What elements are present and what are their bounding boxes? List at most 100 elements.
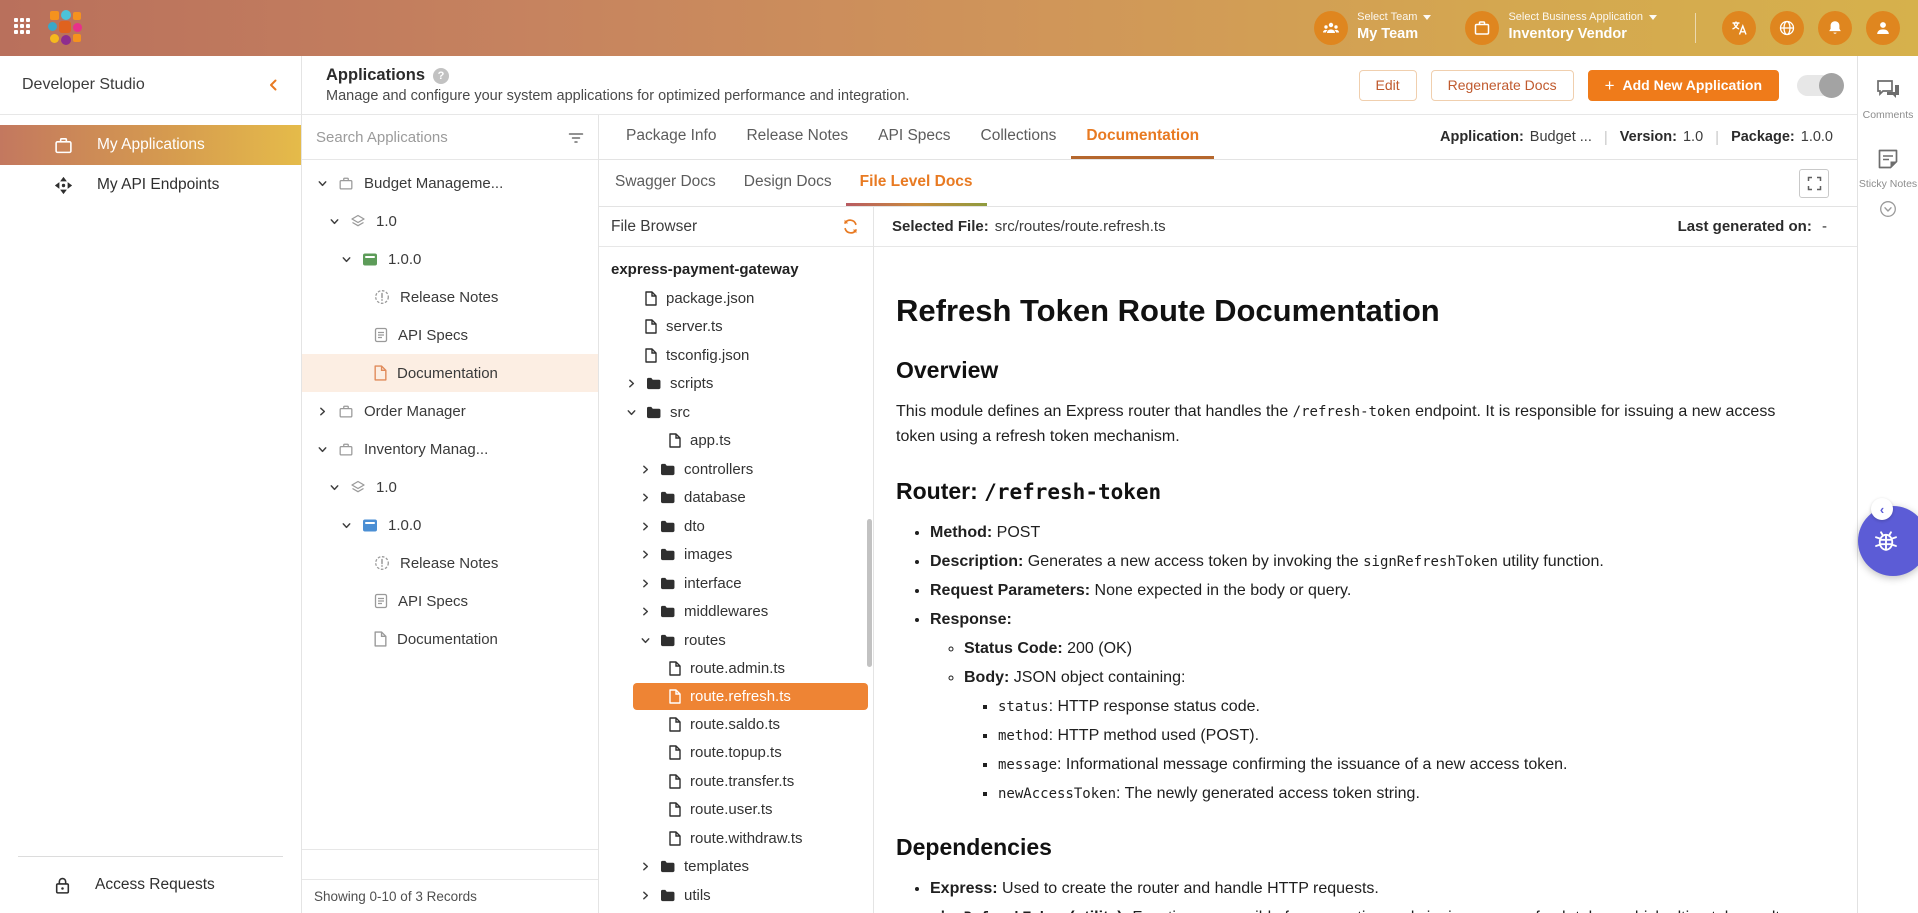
app-tree-item[interactable]: API Specs: [302, 582, 598, 620]
api-specs-icon: [374, 327, 388, 343]
help-icon[interactable]: ?: [433, 68, 449, 84]
file-tree-item[interactable]: app.ts: [599, 427, 873, 456]
chevron-right-icon[interactable]: [639, 521, 651, 532]
file-tree-item[interactable]: route.saldo.ts: [599, 710, 873, 739]
filter-icon[interactable]: [568, 131, 584, 144]
file-tree-item[interactable]: tsconfig.json: [599, 341, 873, 370]
team-selector[interactable]: Select Team My Team: [1314, 11, 1431, 45]
tab-collections[interactable]: Collections: [966, 115, 1072, 159]
left-sidebar: Developer Studio My Applications My API …: [0, 56, 302, 913]
chevron-down-icon[interactable]: [639, 635, 651, 646]
app-tree-item[interactable]: API Specs: [302, 316, 598, 354]
app-tree-item[interactable]: Documentation: [302, 620, 598, 658]
app-tree-item[interactable]: 1.0: [302, 202, 598, 240]
file-tree-root[interactable]: express-payment-gateway: [599, 255, 873, 284]
app-tree-item[interactable]: Release Notes: [302, 544, 598, 582]
assistant-collapse-icon[interactable]: ‹: [1871, 498, 1893, 520]
file-icon: [645, 348, 657, 363]
chevron-right-icon[interactable]: [639, 464, 651, 475]
file-tree-folder[interactable]: images: [599, 541, 873, 570]
app-tree-item[interactable]: Order Manager: [302, 392, 598, 430]
chevron-down-icon[interactable]: [328, 482, 340, 493]
file-tree-folder[interactable]: routes: [599, 626, 873, 655]
file-tree-item[interactable]: route.transfer.ts: [599, 767, 873, 796]
sidebar-collapse-icon[interactable]: [267, 78, 279, 92]
chevron-right-icon[interactable]: [639, 549, 651, 560]
file-tree-folder[interactable]: interface: [599, 569, 873, 598]
tab-documentation[interactable]: Documentation: [1071, 115, 1214, 159]
file-tree-item[interactable]: route.admin.ts: [599, 655, 873, 684]
chevron-right-icon[interactable]: [625, 378, 637, 389]
subtab-swagger-docs[interactable]: Swagger Docs: [601, 160, 730, 206]
sidebar-item-access-requests[interactable]: Access Requests: [0, 857, 301, 913]
file-tree-item[interactable]: route.topup.ts: [599, 739, 873, 768]
app-tree-item[interactable]: Release Notes: [302, 278, 598, 316]
folder-icon: [660, 577, 675, 590]
file-tree-item-selected[interactable]: route.refresh.ts: [633, 683, 868, 710]
chevron-right-icon[interactable]: [639, 890, 651, 901]
records-count: Showing 0-10 of 3 Records: [302, 879, 598, 913]
add-new-application-button[interactable]: + Add New Application: [1588, 70, 1779, 101]
team-selector-hint: Select Team: [1357, 11, 1417, 25]
globe-icon[interactable]: [1770, 11, 1804, 45]
chevron-right-icon[interactable]: [639, 578, 651, 589]
sticky-notes-icon: [1876, 147, 1900, 171]
app-tree-item[interactable]: Inventory Manag...: [302, 430, 598, 468]
refresh-icon[interactable]: [842, 218, 859, 235]
app-tree-item-documentation-selected[interactable]: Documentation: [302, 354, 598, 392]
app-tree-item[interactable]: 1.0: [302, 468, 598, 506]
header-toggle-switch[interactable]: [1797, 75, 1843, 96]
chevron-down-icon[interactable]: [340, 520, 352, 531]
search-applications-input[interactable]: [316, 129, 560, 146]
sidebar-item-my-applications[interactable]: My Applications: [0, 125, 301, 165]
file-tree-folder[interactable]: utils: [599, 881, 873, 910]
chevron-right-icon[interactable]: [639, 606, 651, 617]
chevron-down-icon[interactable]: [316, 444, 328, 455]
file-tree-item[interactable]: route.user.ts: [599, 796, 873, 825]
file-browser-panel: File Browser express-payment-gateway pac…: [599, 207, 874, 913]
file-tree: express-payment-gateway package.json ser…: [599, 247, 873, 913]
fullscreen-button[interactable]: [1799, 169, 1829, 198]
comments-button[interactable]: Comments: [1863, 78, 1914, 121]
chevron-right-icon[interactable]: [316, 406, 328, 417]
file-tree-folder[interactable]: scripts: [599, 370, 873, 399]
chevron-down-icon[interactable]: [328, 216, 340, 227]
file-tree-item[interactable]: package.json: [599, 284, 873, 313]
collapse-rail-button[interactable]: [1879, 200, 1897, 218]
file-tree-item[interactable]: server.ts: [599, 313, 873, 342]
file-tree-folder[interactable]: middlewares: [599, 598, 873, 627]
subtab-file-level-docs[interactable]: File Level Docs: [846, 160, 987, 206]
app-tree-item[interactable]: Budget Manageme...: [302, 164, 598, 202]
file-tree-folder[interactable]: dto: [599, 512, 873, 541]
file-tree-folder[interactable]: controllers: [599, 455, 873, 484]
file-tree-folder[interactable]: templates: [599, 853, 873, 882]
file-tree-folder[interactable]: database: [599, 484, 873, 513]
file-tree-folder[interactable]: src: [599, 398, 873, 427]
tab-api-specs[interactable]: API Specs: [863, 115, 965, 159]
code-inline: newAccessToken: [998, 786, 1116, 802]
subtab-design-docs[interactable]: Design Docs: [730, 160, 846, 206]
sticky-notes-button[interactable]: Sticky Notes: [1859, 147, 1917, 190]
sidebar-item-my-api-endpoints[interactable]: My API Endpoints: [0, 165, 301, 205]
chevron-down-icon[interactable]: [340, 254, 352, 265]
tab-release-notes[interactable]: Release Notes: [731, 115, 863, 159]
list-item: message: Informational message confirmin…: [998, 753, 1797, 777]
edit-button[interactable]: Edit: [1359, 70, 1417, 101]
translate-icon[interactable]: [1722, 11, 1756, 45]
chevron-down-icon[interactable]: [316, 178, 328, 189]
chevron-right-icon[interactable]: [639, 492, 651, 503]
file-tree-scrollbar[interactable]: [867, 519, 872, 667]
package-icon: [362, 252, 378, 267]
notifications-bell-icon[interactable]: [1818, 11, 1852, 45]
file-icon: [669, 745, 681, 760]
tab-package-info[interactable]: Package Info: [611, 115, 731, 159]
chevron-down-icon[interactable]: [625, 407, 637, 418]
user-avatar-icon[interactable]: [1866, 11, 1900, 45]
chevron-right-icon[interactable]: [639, 861, 651, 872]
app-tree-item[interactable]: 1.0.0: [302, 506, 598, 544]
app-grid-icon[interactable]: [14, 18, 34, 38]
file-tree-item[interactable]: route.withdraw.ts: [599, 824, 873, 853]
business-application-selector[interactable]: Select Business Application Inventory Ve…: [1465, 11, 1657, 45]
app-tree-item[interactable]: 1.0.0: [302, 240, 598, 278]
regenerate-docs-button[interactable]: Regenerate Docs: [1431, 70, 1574, 101]
